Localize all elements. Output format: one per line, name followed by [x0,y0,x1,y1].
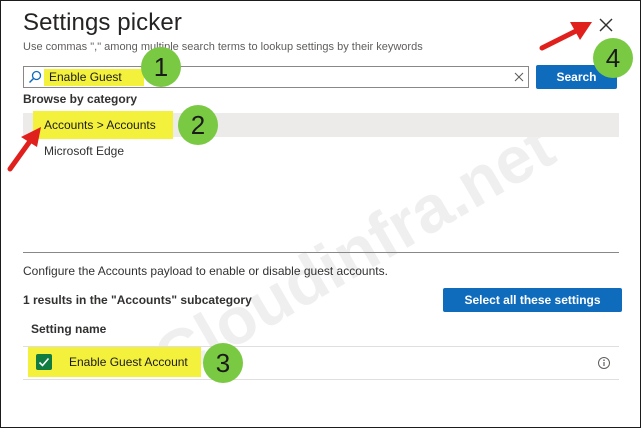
dialog-title: Settings picker [23,9,182,36]
category-label-accounts[interactable]: Accounts > Accounts [44,118,156,132]
clear-icon[interactable] [513,71,525,83]
search-value: Enable Guest [49,70,122,84]
close-button[interactable] [597,16,615,34]
checkmark-icon [38,357,50,367]
row-divider [23,379,619,380]
red-arrow-icon [539,22,592,51]
category-label-microsoft-edge[interactable]: Microsoft Edge [44,144,124,158]
callout-badge: 3 [203,343,243,383]
section-divider [23,252,619,253]
setting-label: Enable Guest Account [69,355,188,369]
info-icon[interactable] [597,356,611,370]
close-icon [599,18,613,32]
callout-badge: 1 [141,47,181,87]
callout-badge: 2 [178,105,218,145]
select-all-button[interactable]: Select all these settings [443,288,622,312]
browse-by-category-label: Browse by category [23,92,138,106]
setting-name-header: Setting name [31,322,107,336]
search-input[interactable]: Enable Guest [23,66,529,88]
callout-badge: 4 [593,38,633,78]
dialog-subtitle: Use commas "," among multiple search ter… [23,41,423,53]
search-icon [28,70,42,84]
enable-guest-account-checkbox[interactable] [36,354,52,370]
category-description: Configure the Accounts payload to enable… [23,264,388,278]
results-count: 1 results in the "Accounts" subcategory [23,293,252,307]
settings-picker-dialog: Cloudinfra.net Settings picker Use comma… [0,0,641,428]
